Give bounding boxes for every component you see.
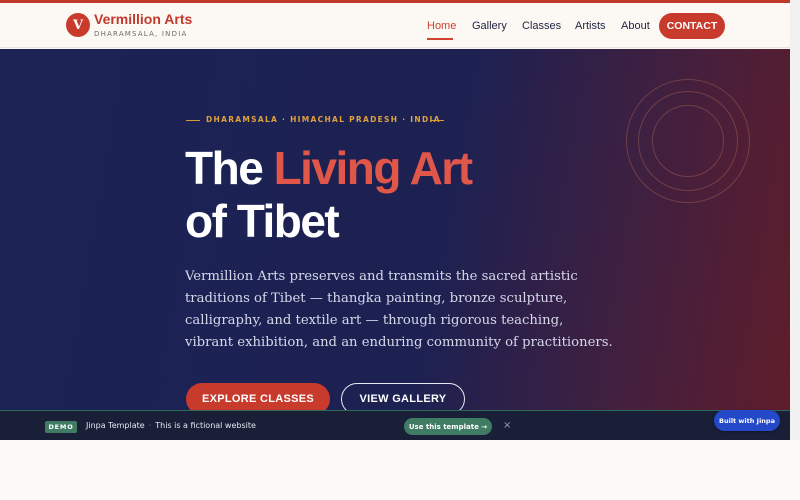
hero-title-accent: Living Art — [273, 142, 473, 194]
view-gallery-button[interactable]: VIEW GALLERY — [341, 383, 465, 410]
nav-artists[interactable]: Artists — [575, 20, 606, 32]
site-header: V Vermillion Arts DHARAMSALA, INDIA Home… — [0, 3, 790, 48]
built-with-button[interactable]: Built with Jinpa — [714, 410, 780, 431]
template-name: Jinpa Template — [86, 421, 145, 430]
demo-note: This is a fictional website — [155, 421, 256, 430]
site-location: DHARAMSALA, INDIA — [94, 30, 188, 38]
nav-about[interactable]: About — [621, 20, 650, 32]
nav-home[interactable]: Home — [427, 20, 456, 32]
hero-title-line1: The Living Art — [185, 142, 473, 194]
nav-gallery[interactable]: Gallery — [472, 20, 507, 32]
use-template-button[interactable]: Use this template → — [404, 418, 492, 435]
hero-title-part1: The — [185, 142, 274, 194]
demo-badge: DEMO — [45, 421, 77, 433]
demo-text: Jinpa Template · This is a fictional websi… — [86, 421, 256, 430]
active-nav-underline — [427, 38, 453, 40]
hero-section: DHARAMSALA · HIMACHAL PRADESH · INDIA Th… — [0, 49, 790, 410]
explore-classes-button[interactable]: EXPLORE CLASSES — [186, 383, 330, 410]
hero-title-line2: of Tibet — [185, 195, 340, 247]
demo-bar: DEMO Jinpa Template · This is a fictional … — [0, 410, 790, 440]
contact-button[interactable]: CONTACT — [659, 13, 725, 39]
close-icon[interactable]: × — [503, 420, 511, 431]
kicker-line-left — [186, 120, 200, 121]
site-name[interactable]: Vermillion Arts — [94, 11, 192, 27]
decorative-ring-inner — [652, 105, 724, 177]
hero-lead: Vermillion Arts preserves and transmits … — [185, 269, 613, 350]
demo-separator: · — [148, 421, 152, 430]
kicker-line-right — [430, 120, 444, 121]
hero-kicker: DHARAMSALA · HIMACHAL PRADESH · INDIA — [206, 115, 441, 124]
logo-badge[interactable]: V — [66, 13, 90, 37]
browser-viewport: V Vermillion Arts DHARAMSALA, INDIA Home… — [0, 0, 790, 440]
scrollbar[interactable] — [790, 0, 800, 440]
below-page-area — [0, 440, 800, 500]
nav-classes[interactable]: Classes — [522, 20, 561, 32]
